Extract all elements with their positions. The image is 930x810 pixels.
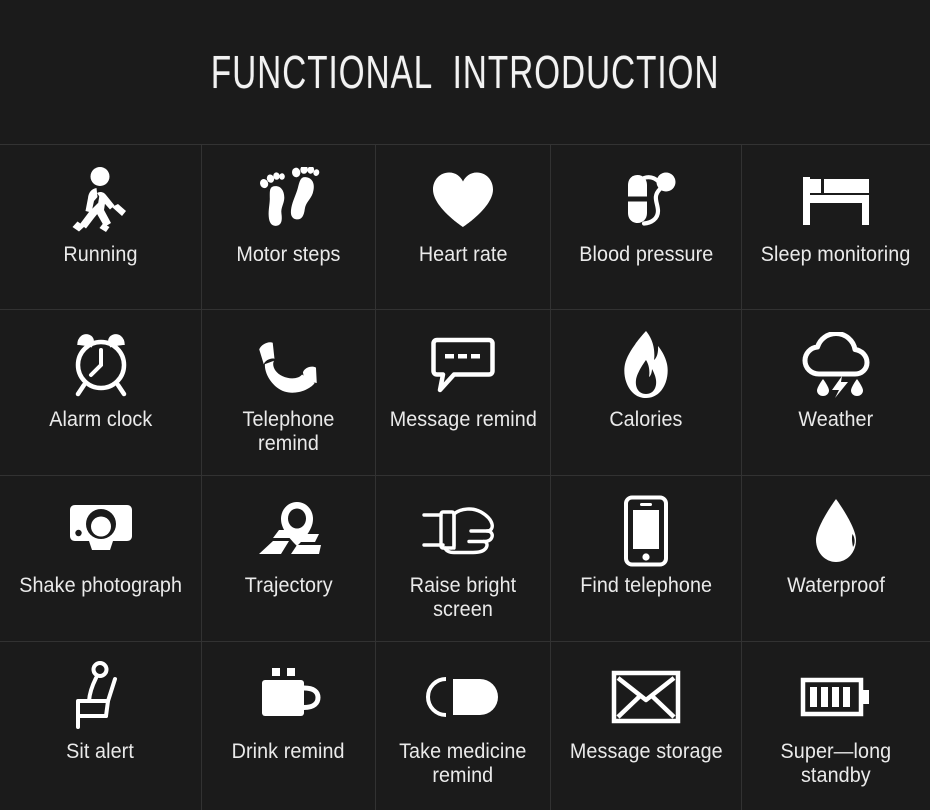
camera-icon: [65, 476, 137, 572]
feature-label: Blood pressure: [578, 243, 714, 266]
blood-pressure-cuff-icon: [614, 145, 678, 241]
coffee-mug-icon: [256, 642, 322, 738]
footprints-icon: [253, 145, 325, 241]
feature-label: Raise bright screen: [409, 574, 517, 621]
feature-label: Motor steps: [236, 243, 341, 266]
feature-cell-waterproof[interactable]: Waterproof: [742, 476, 930, 642]
feature-label: Message storage: [569, 740, 723, 763]
feature-cell-drink-remind[interactable]: Drink remind: [202, 642, 376, 810]
feature-cell-sit-alert[interactable]: Sit alert: [0, 642, 202, 810]
water-drop-icon: [811, 476, 861, 572]
walking-person-icon: [70, 145, 132, 241]
feature-cell-motor-steps[interactable]: Motor steps: [202, 145, 376, 310]
feature-cell-trajectory[interactable]: Trajectory: [202, 476, 376, 642]
feature-cell-calories[interactable]: Calories: [551, 310, 742, 476]
feature-cell-blood-pressure[interactable]: Blood pressure: [551, 145, 742, 310]
smartphone-icon: [623, 476, 669, 572]
speech-bubble-icon: [430, 310, 496, 406]
page-header: FUNCTIONAL INTRODUCTION: [0, 0, 930, 145]
pill-capsule-icon: [425, 642, 501, 738]
storm-cloud-icon: [801, 310, 871, 406]
feature-label: Heart rate: [418, 243, 508, 266]
envelope-icon: [611, 642, 681, 738]
feature-cell-take-medicine-remind[interactable]: Take medicine remind: [376, 642, 551, 810]
feature-label: Message remind: [389, 408, 537, 431]
feature-label: Calories: [609, 408, 683, 431]
feature-cell-find-telephone[interactable]: Find telephone: [551, 476, 742, 642]
feature-cell-shake-photograph[interactable]: Shake photograph: [0, 476, 202, 642]
feature-label: Weather: [798, 408, 874, 431]
battery-full-icon: [800, 642, 872, 738]
feature-cell-alarm-clock[interactable]: Alarm clock: [0, 310, 202, 476]
seated-person-icon: [72, 642, 130, 738]
feature-label: Alarm clock: [48, 408, 153, 431]
feature-label: Find telephone: [580, 574, 712, 597]
feature-label: Waterproof: [787, 574, 885, 597]
flame-icon: [620, 310, 672, 406]
feature-label: Sit alert: [66, 740, 135, 763]
bed-icon: [800, 145, 872, 241]
feature-label: Drink remind: [231, 740, 346, 763]
heart-icon: [431, 145, 495, 241]
map-pin-route-icon: [253, 476, 325, 572]
feature-grid: Running Motor steps Heart rate Blood pre…: [0, 145, 930, 810]
page-title: FUNCTIONAL INTRODUCTION: [210, 46, 720, 98]
feature-label: Super—long standby: [780, 740, 892, 787]
feature-label: Trajectory: [244, 574, 333, 597]
alarm-clock-icon: [68, 310, 134, 406]
feature-cell-running[interactable]: Running: [0, 145, 202, 310]
feature-cell-telephone-remind[interactable]: Telephone remind: [202, 310, 376, 476]
feature-cell-message-remind[interactable]: Message remind: [376, 310, 551, 476]
feature-cell-message-storage[interactable]: Message storage: [551, 642, 742, 810]
functional-introduction-page: FUNCTIONAL INTRODUCTION Running Motor st…: [0, 0, 930, 810]
feature-cell-super-long-standby[interactable]: Super—long standby: [742, 642, 930, 810]
feature-label: Take medicine remind: [399, 740, 527, 787]
phone-handset-icon: [258, 310, 320, 406]
feature-cell-raise-bright-screen[interactable]: Raise bright screen: [376, 476, 551, 642]
feature-label: Running: [63, 243, 138, 266]
feature-cell-weather[interactable]: Weather: [742, 310, 930, 476]
wrist-watch-hand-icon: [421, 476, 505, 572]
feature-label: Sleep monitoring: [761, 243, 911, 266]
feature-label: Shake photograph: [19, 574, 182, 597]
feature-cell-sleep-monitoring[interactable]: Sleep monitoring: [742, 145, 930, 310]
feature-cell-heart-rate[interactable]: Heart rate: [376, 145, 551, 310]
feature-label: Telephone remind: [242, 408, 335, 455]
